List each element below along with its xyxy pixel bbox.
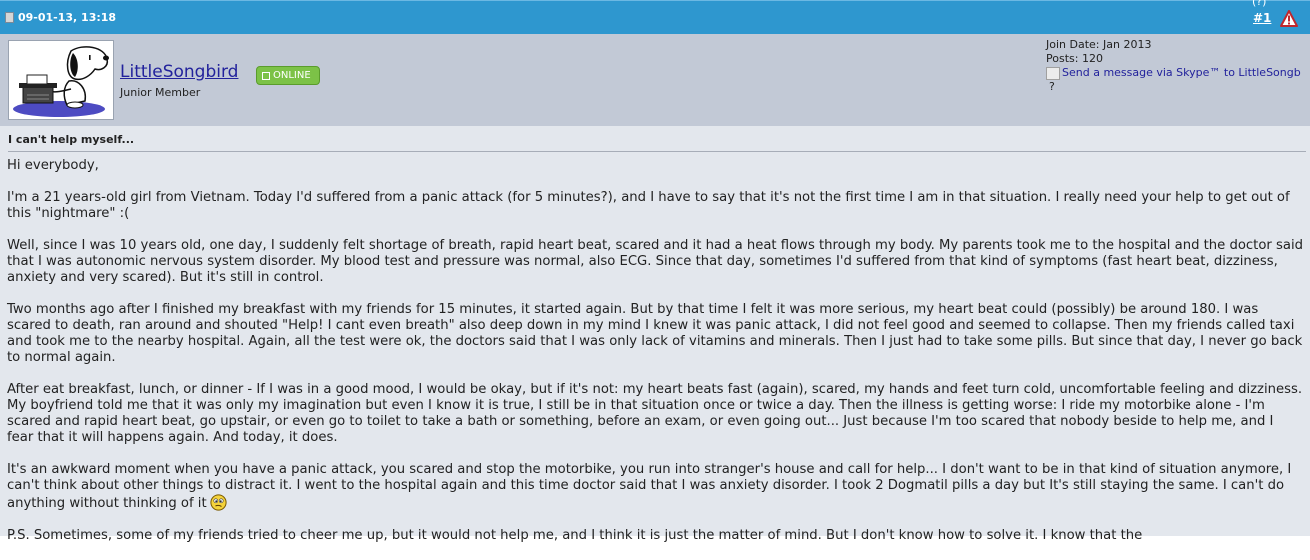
question-mark: ?: [1049, 80, 1055, 93]
title-bar: [0, 126, 1310, 153]
top-sliver-text: (?): [1252, 0, 1267, 8]
post-date: 09-01-13, 13:18: [18, 11, 117, 24]
broken-image-icon: [1046, 66, 1060, 80]
post-header: 09-01-13, 13:18 (?) #1: [0, 0, 1310, 34]
message-paragraph: I'm a 21 years-old girl from Vietnam. To…: [7, 190, 1290, 221]
user-stats: Join Date: Jan 2013 Posts: 120 Send a me…: [1046, 38, 1301, 94]
confused-smiley-icon: [210, 494, 227, 511]
online-status-label: ONLINE: [273, 70, 311, 81]
skype-link-label[interactable]: Send a message via Skype™ to LittleSongb: [1062, 66, 1301, 80]
report-warning-icon[interactable]: [1280, 10, 1298, 27]
document-icon: [5, 12, 14, 23]
post-number-link[interactable]: #1: [1253, 11, 1271, 25]
message-paragraph: After eat breakfast, lunch, or dinner - …: [7, 382, 1303, 445]
user-info-panel: LittleSongbird ONLINE Junior Member Join…: [0, 34, 1310, 126]
message-paragraph-with-smiley: It's an awkward moment when you have a p…: [7, 462, 1303, 512]
message-paragraph: Well, since I was 10 years old, one day,…: [7, 238, 1303, 285]
post-message: Hi everybody, I'm a 21 years-old girl fr…: [7, 158, 1303, 560]
username-link[interactable]: LittleSongbird: [120, 62, 238, 82]
message-paragraph: Two months ago after I finished my break…: [7, 302, 1303, 365]
online-status-badge: ONLINE: [256, 66, 320, 85]
skype-link[interactable]: Send a message via Skype™ to LittleSongb: [1046, 66, 1301, 80]
message-paragraph-text: It's an awkward moment when you have a p…: [7, 462, 1292, 511]
user-title: Junior Member: [120, 86, 201, 99]
message-paragraph: Hi everybody,: [7, 158, 99, 173]
post-count: Posts: 120: [1046, 52, 1103, 65]
post-title: I can't help myself...: [8, 133, 135, 146]
status-box-icon: [262, 71, 270, 80]
join-date: Join Date: Jan 2013: [1046, 38, 1152, 51]
avatar[interactable]: [8, 40, 114, 120]
snoopy-typewriter-icon: [13, 46, 109, 117]
message-paragraph: P.S. Sometimes, some of my friends tried…: [7, 528, 1143, 543]
